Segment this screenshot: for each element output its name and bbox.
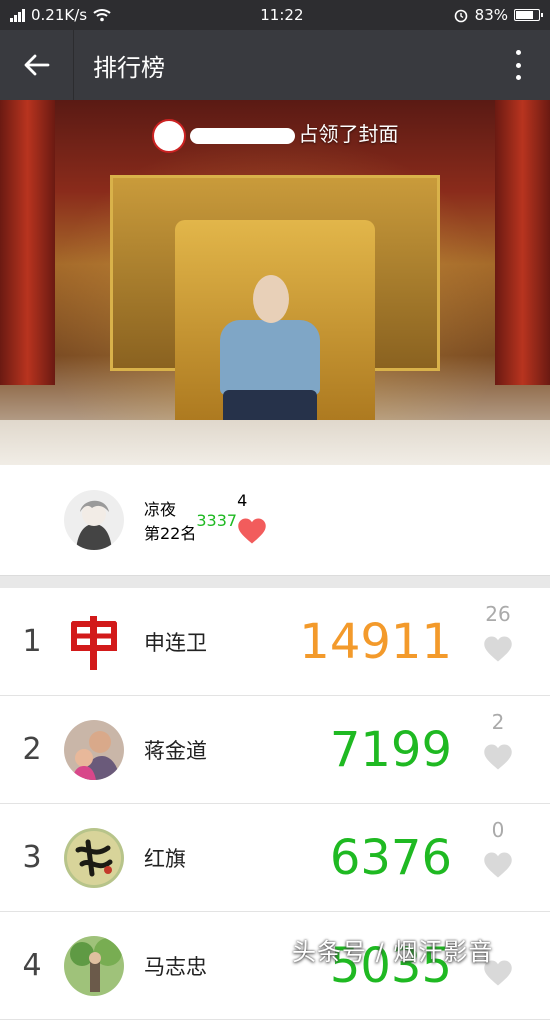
user-name: 申连卫 bbox=[144, 630, 207, 655]
rank-number: 1 bbox=[22, 624, 42, 659]
alarm-icon bbox=[454, 9, 467, 23]
user-name: 红旗 bbox=[144, 846, 186, 871]
more-vertical-icon bbox=[515, 50, 521, 55]
clock: 11:22 bbox=[260, 6, 304, 24]
cover-owner-avatar bbox=[151, 118, 186, 153]
like-count: 26 bbox=[485, 602, 511, 626]
battery-icon bbox=[514, 9, 543, 21]
step-count: 7199 bbox=[329, 722, 452, 778]
step-count: 14911 bbox=[299, 614, 452, 670]
like-count: 0 bbox=[491, 818, 505, 842]
nav-bar: 排行榜 bbox=[0, 30, 550, 100]
rank-number: 2 bbox=[22, 732, 42, 767]
user-name: 蒋金道 bbox=[144, 738, 207, 763]
cover-image[interactable]: 占领了封面 bbox=[0, 100, 550, 465]
wifi-icon bbox=[93, 9, 111, 22]
back-button[interactable] bbox=[0, 30, 74, 100]
more-button[interactable] bbox=[514, 50, 522, 80]
signal-icon bbox=[10, 8, 25, 22]
my-steps: 3337 bbox=[196, 510, 238, 530]
rank-number: 4 bbox=[22, 948, 42, 983]
list-item[interactable]: 1 申连卫 14911 26 bbox=[0, 588, 550, 696]
like-count: 2 bbox=[491, 710, 505, 734]
avatar[interactable] bbox=[64, 611, 124, 672]
like-control[interactable]: 0 bbox=[476, 816, 520, 884]
avatar[interactable] bbox=[64, 935, 124, 996]
arrow-left-icon bbox=[24, 54, 49, 76]
network-speed: 0.21K/s bbox=[31, 6, 88, 24]
cover-caption: 占领了封面 bbox=[0, 118, 550, 153]
list-item[interactable]: 3 红旗 6376 0 bbox=[0, 804, 550, 912]
heart-icon[interactable] bbox=[237, 516, 267, 546]
step-count: 6376 bbox=[329, 830, 452, 886]
list-item[interactable]: 2 蒋金道 7199 2 bbox=[0, 696, 550, 804]
heart-icon[interactable] bbox=[483, 850, 513, 880]
like-control[interactable]: 2 bbox=[476, 708, 520, 776]
section-divider bbox=[0, 575, 550, 588]
battery-percent: 83% bbox=[474, 6, 508, 24]
heart-icon[interactable] bbox=[483, 742, 513, 772]
rank-number: 3 bbox=[22, 840, 42, 875]
my-likes[interactable]: 4 bbox=[237, 491, 267, 550]
status-bar: 0.21K/s 11:22 83% bbox=[0, 0, 550, 30]
avatar[interactable] bbox=[64, 827, 124, 888]
my-rank-row[interactable]: 凉夜 第22名 3337 4 bbox=[0, 465, 550, 575]
user-name: 马志忠 bbox=[144, 954, 207, 979]
watermark: 头条号 / 烟汗影音 bbox=[292, 938, 494, 966]
page-title: 排行榜 bbox=[93, 53, 165, 82]
like-count: 4 bbox=[237, 490, 248, 510]
avatar[interactable] bbox=[64, 719, 124, 780]
like-control[interactable]: 26 bbox=[476, 600, 520, 668]
redacted-name bbox=[189, 127, 295, 144]
heart-icon[interactable] bbox=[483, 634, 513, 664]
my-rank-text: 第22名 bbox=[144, 524, 197, 543]
avatar[interactable] bbox=[64, 490, 124, 550]
my-name: 凉夜 bbox=[144, 500, 177, 519]
